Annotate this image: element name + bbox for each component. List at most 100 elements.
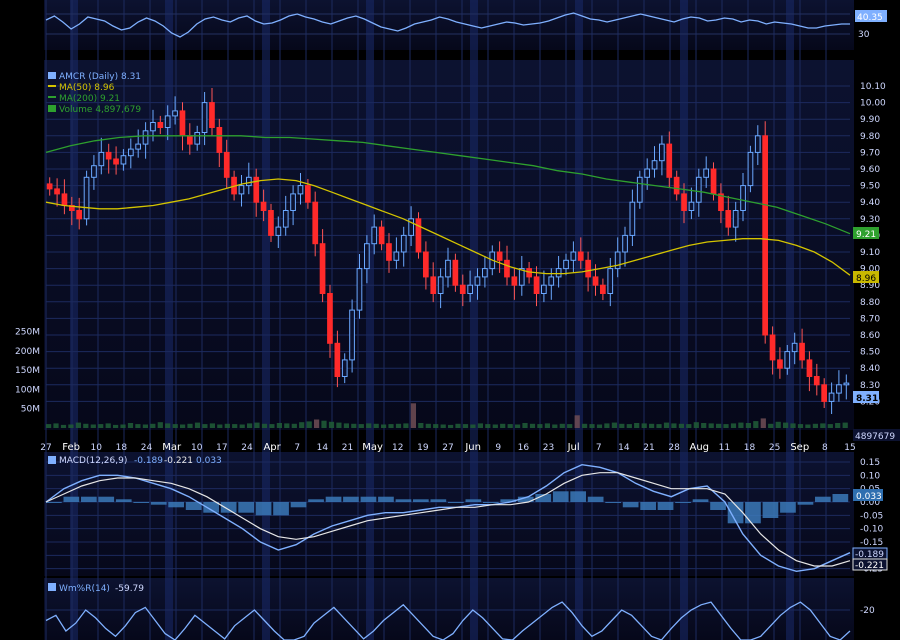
price-tick-label: 10.00 xyxy=(860,99,886,109)
volume-bar xyxy=(716,423,722,428)
candle-up xyxy=(703,168,709,178)
legend-wr-name: Wm%R(14) xyxy=(59,584,110,594)
volume-bar xyxy=(611,422,617,428)
volume-bar xyxy=(68,424,74,428)
rsi-tick-label: 30 xyxy=(858,30,870,40)
volume-bar xyxy=(582,423,588,428)
volume-bar xyxy=(358,424,364,428)
candle-up xyxy=(400,234,407,253)
legend-price: AMCR (Daily) 8.31 xyxy=(59,72,141,82)
candle-up xyxy=(341,359,348,377)
x-month-label: Mar xyxy=(162,442,182,453)
legend-swatch-ma50 xyxy=(48,85,56,87)
candle-up xyxy=(541,284,547,295)
volume-bar xyxy=(455,423,461,428)
volume-bar xyxy=(827,424,833,428)
candle-down xyxy=(327,293,333,344)
x-day-label: 24 xyxy=(241,443,253,453)
volume-bar xyxy=(842,422,848,428)
candle-up xyxy=(349,309,355,361)
candle-down xyxy=(209,102,215,128)
volume-bar xyxy=(53,423,59,428)
month-band xyxy=(575,0,583,640)
volume-bar xyxy=(75,422,81,428)
volume-bar xyxy=(738,422,744,428)
candle-up xyxy=(98,151,105,167)
candle-down xyxy=(179,110,186,137)
volume-bar xyxy=(150,423,156,428)
macd-histogram-bar xyxy=(46,502,62,503)
macd-histogram-bar xyxy=(640,502,656,510)
price-tick-label: 10.10 xyxy=(860,82,886,92)
price-tick-label: 9.50 xyxy=(860,182,880,192)
volume-bar xyxy=(328,421,335,428)
macd-histogram-bar xyxy=(150,502,167,505)
macd-histogram-bar xyxy=(622,502,639,508)
x-day-label: 11 xyxy=(719,443,730,453)
volume-bar xyxy=(537,424,543,428)
macd-histogram-bar xyxy=(133,502,150,503)
x-day-label: 18 xyxy=(116,443,128,453)
macd-histogram-bar xyxy=(675,502,691,503)
legend-volume: Volume 4,897,679 xyxy=(59,105,141,115)
volume-bar xyxy=(105,423,111,428)
volume-bar xyxy=(745,423,751,428)
x-day-label: 14 xyxy=(618,443,630,453)
volume-bar xyxy=(351,423,357,428)
macd-value-badge: -0.189 xyxy=(852,547,888,560)
volume-bar xyxy=(559,423,565,428)
macd-histogram-bar xyxy=(762,502,779,518)
volume-value-badge: 4897679 xyxy=(853,429,900,442)
volume-bar xyxy=(567,424,573,428)
price-tick-label: 8.70 xyxy=(860,314,880,324)
macd-histogram-bar xyxy=(360,496,377,502)
volume-bar xyxy=(470,424,476,428)
price-tick-label: 9.90 xyxy=(860,115,880,125)
volume-bar xyxy=(284,423,290,428)
volume-bar xyxy=(485,424,491,428)
x-day-label: 23 xyxy=(543,443,554,453)
price-value-text: 8.31 xyxy=(856,394,878,404)
macd-histogram-bar xyxy=(448,502,464,503)
x-day-label: 16 xyxy=(518,443,530,453)
volume-bar xyxy=(366,423,372,428)
candle-up xyxy=(747,151,754,187)
candle-up xyxy=(651,160,658,170)
candle-up xyxy=(563,259,569,270)
candle-up xyxy=(754,135,761,153)
volume-tick-label: 150M xyxy=(15,366,40,376)
candle-up xyxy=(393,251,400,261)
candle-up xyxy=(659,143,665,162)
x-month-label: Apr xyxy=(263,442,281,453)
volume-bar xyxy=(83,423,89,428)
candle-up xyxy=(297,185,304,195)
macd-tick-label: -0.05 xyxy=(860,511,883,521)
macd-tick-label: 0.10 xyxy=(860,471,880,481)
williams-legend: Wm%R(14) -59.79 xyxy=(48,583,144,594)
x-day-label: 9 xyxy=(495,443,501,453)
candle-down xyxy=(157,122,164,128)
volume-bar xyxy=(46,424,52,428)
volume-bar xyxy=(142,424,148,428)
volume-bar xyxy=(425,423,431,428)
volume-bar xyxy=(730,423,737,428)
candle-down xyxy=(46,183,53,190)
volume-bar xyxy=(649,423,655,428)
legend-macd-signal: -0.221 xyxy=(164,456,193,466)
volume-bar xyxy=(113,424,119,428)
price-value-badge: 8.31 xyxy=(853,391,879,404)
volume-bar xyxy=(589,424,595,428)
macd-histogram-bar xyxy=(570,491,586,502)
volume-bar xyxy=(60,424,67,428)
candle-down xyxy=(305,185,311,203)
legend-swatch-macd xyxy=(48,456,56,464)
volume-bar xyxy=(202,424,208,428)
stock-chart: 5030 0.150.100.050.00-0.05-0.10-0.15-0.2… xyxy=(15,0,900,640)
x-day-label: 19 xyxy=(417,443,429,453)
macd-histogram-bar xyxy=(63,496,80,502)
x-month-label: May xyxy=(362,442,383,453)
volume-bar xyxy=(224,423,230,428)
x-day-label: 12 xyxy=(392,443,403,453)
candle-up xyxy=(150,122,156,132)
price-tick-label: 8.30 xyxy=(860,381,880,391)
